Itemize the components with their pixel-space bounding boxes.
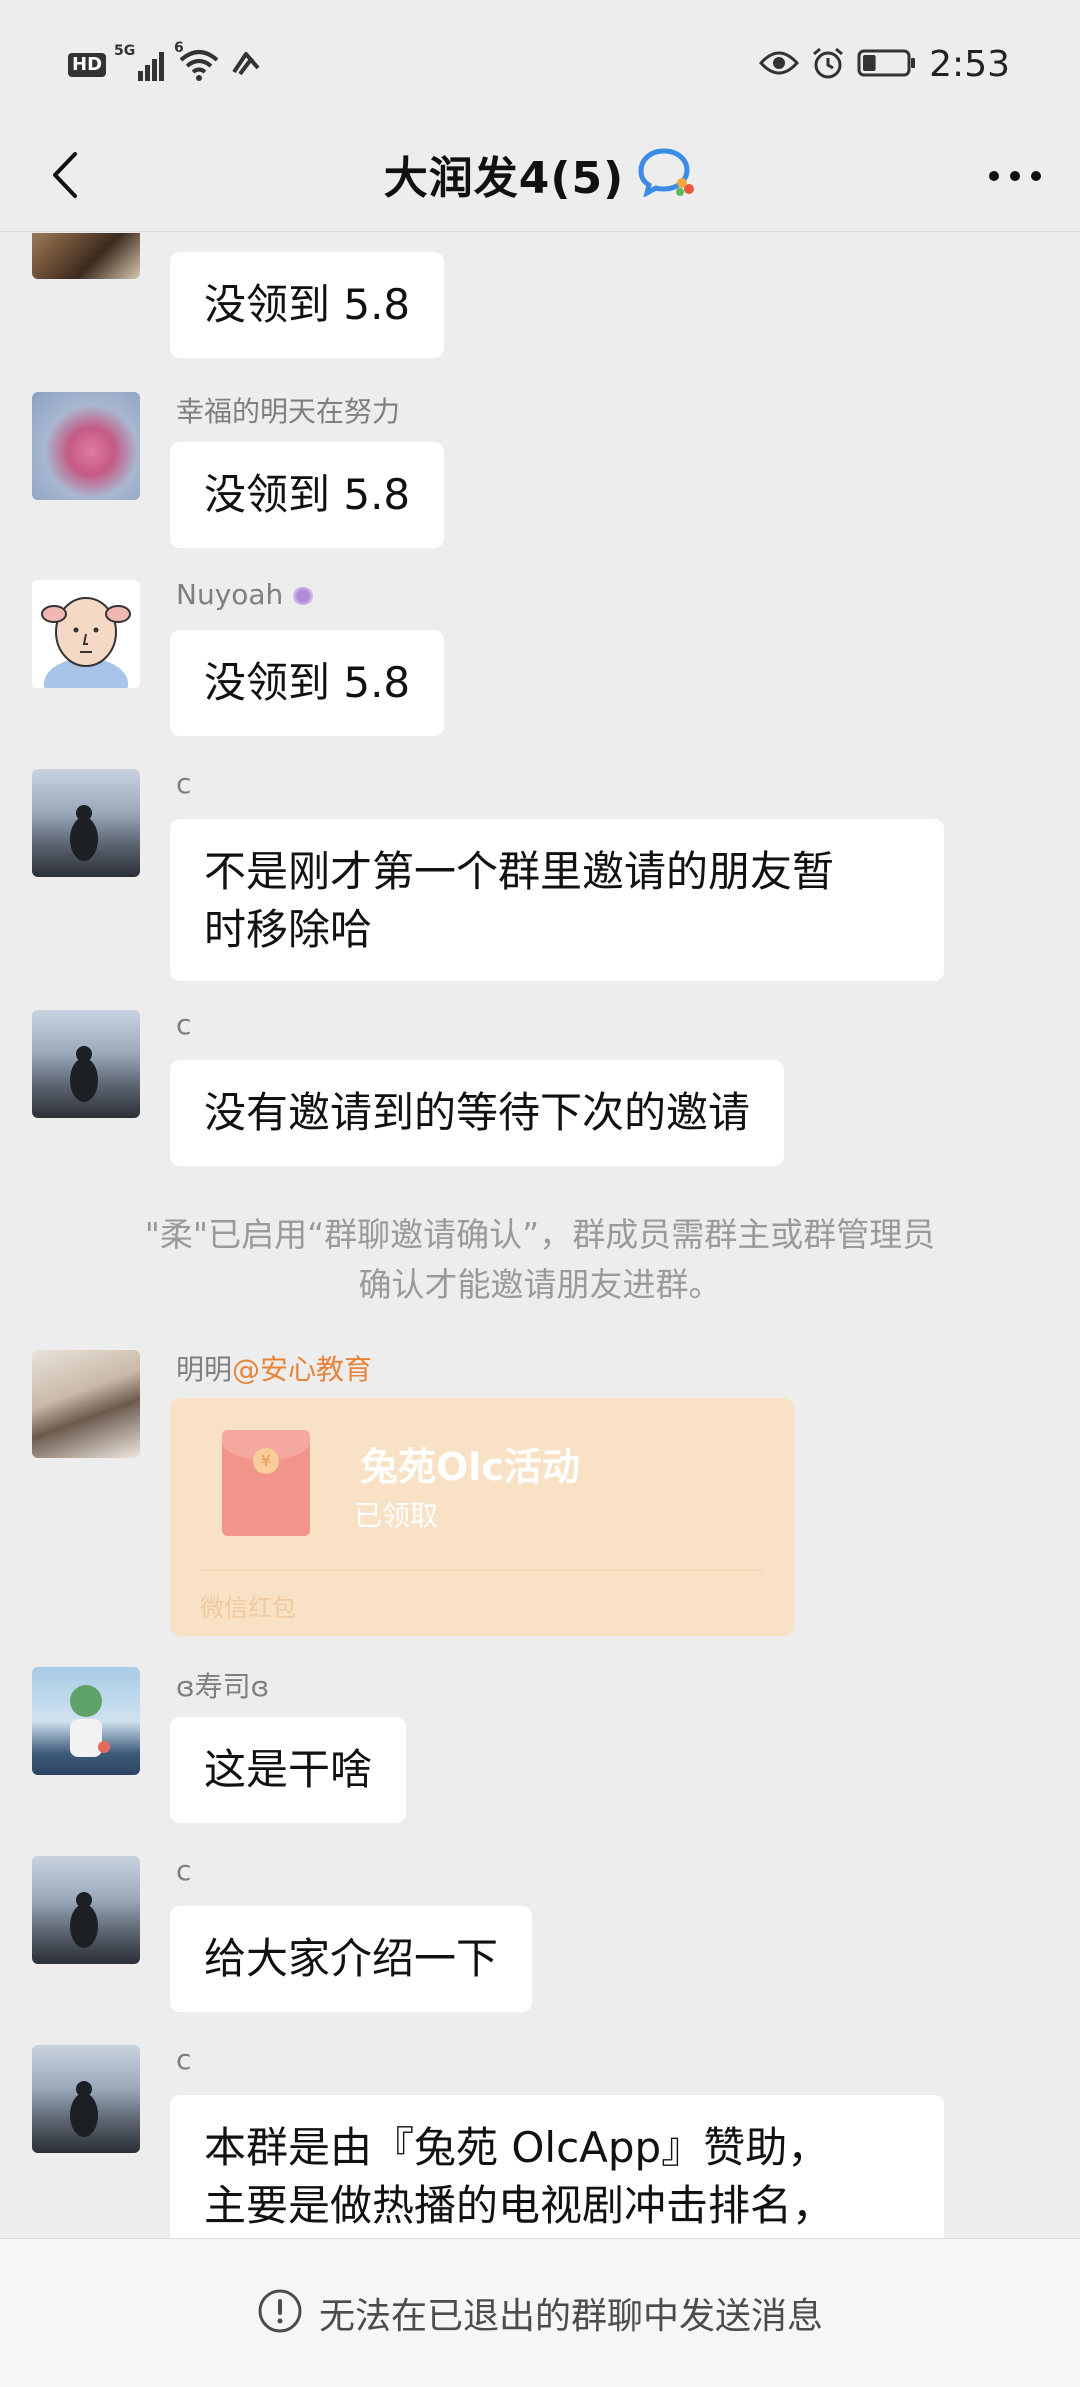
message-text: 没领到 5.8 [204,280,411,329]
status-bar-right: 2:53 [759,44,1010,85]
wifi-icon: 6 [174,40,220,82]
sender-name-text: Nuyoah [176,578,284,611]
message-text: 没领到 5.8 [204,658,411,707]
message-bubble[interactable]: 本群是由『兔苑 OlcApp』赞助， 主要是做热播的电视剧冲击排名， [170,2095,944,2238]
message-bubble[interactable]: 这是干啥 [170,1717,407,1823]
more-dots-icon [989,171,1041,181]
chat-title: 大润发4(5) [383,153,625,204]
sender-name: c [176,1008,192,1041]
avatar[interactable] [32,2045,140,2153]
clock-time: 2:53 [929,44,1010,85]
avatar[interactable] [32,392,140,500]
status-bar-left: HD 5G 6 [68,40,264,82]
sender-name: ɞ寿司ɞ [176,1670,270,1703]
message-bubble[interactable]: 给大家介绍一下 [170,1906,533,2012]
alarm-icon [811,46,845,84]
person-photo-image [70,2081,98,2137]
message-bubble[interactable]: 没领到 5.8 [170,252,445,358]
message-item: c 给大家介绍一下 [32,1854,1042,2026]
sender-name: c [176,2043,192,2076]
message-bubble[interactable]: 没领到 5.8 [170,442,445,548]
red-packet-card[interactable]: ¥ 兔苑Olc活动 已领取 微信红包 [170,1398,794,1636]
avatar[interactable] [32,1010,140,1118]
input-disabled-bar: 无法在已退出的群聊中发送消息 [0,2238,1080,2387]
avatar[interactable] [32,1350,140,1458]
red-envelope-icon: ¥ [222,1430,310,1536]
chat-header: 大润发4(5) [0,120,1080,232]
more-options-button[interactable] [980,146,1050,206]
person-photo-image [70,1685,110,1757]
wifi-badge: 6 [174,40,184,56]
message-text-line: 时移除哈 [204,905,373,954]
planet-emoji-icon [292,587,315,605]
message-text: 这是干啥 [204,1745,373,1794]
message-bubble[interactable]: 不是刚才第一个群里邀请的朋友暂 时移除哈 [170,819,944,981]
system-notice: "柔"已启用“群聊邀请确认”，群成员需群主或群管理员 确认才能邀请朋友进群。 [80,1210,1000,1310]
exclamation-circle-icon [257,2288,303,2338]
battery-icon [857,48,917,82]
message-list[interactable]: 没领到 5.8 幸福的明天在努力 没领到 5.8 Nuyoah 没领到 5.8 … [0,233,1080,2238]
message-item: c 本群是由『兔苑 OlcApp』赞助， 主要是做热播的电视剧冲击排名， [32,2043,1042,2238]
message-text-line: 主要是做热播的电视剧冲击排名， [204,2181,835,2230]
status-bar: HD 5G 6 2:53 [0,0,1080,135]
system-notice-line: 确认才能邀请朋友进群。 [358,1265,722,1304]
cartoon-avatar-image [41,597,131,688]
enterprise-chat-icon [638,147,696,201]
chat-title-area[interactable]: 大润发4(5) [0,142,1080,206]
message-item: c 不是刚才第一个群里邀请的朋友暂 时移除哈 [32,767,1042,989]
message-text-line: 本群是由『兔苑 OlcApp』赞助， [204,2123,830,2172]
avatar[interactable] [32,1667,140,1775]
red-packet-title: 兔苑Olc活动 [360,1445,580,1489]
avatar[interactable] [32,1856,140,1964]
avatar[interactable] [32,233,140,279]
message-item: c 没有邀请到的等待下次的邀请 [32,1008,1042,1180]
sender-name: 明明@安心教育 [176,1348,372,1388]
message-item: ɞ寿司ɞ 这是干啥 [32,1667,1042,1837]
message-text-line: 不是刚才第一个群里邀请的朋友暂 [204,847,835,896]
hd-badge: HD [68,53,107,77]
person-photo-image [70,1046,98,1102]
sender-mention: @安心教育 [232,1353,373,1386]
eye-icon [759,49,800,81]
red-packet-label: 微信红包 [200,1594,296,1622]
sender-name: Nuyoah [176,578,315,611]
message-bubble[interactable]: 没有邀请到的等待下次的邀请 [170,1060,785,1166]
person-photo-image [70,805,98,861]
sender-name: c [176,1854,192,1887]
avatar[interactable] [32,580,140,688]
nfc-icon [228,48,264,82]
sender-name: c [176,767,192,800]
system-notice-line: "柔"已启用“群聊邀请确认”，群成员需群主或群管理员 [144,1215,936,1254]
disabled-input-message: 无法在已退出的群聊中发送消息 [318,2296,823,2337]
sender-name: 幸福的明天在努力 [176,395,401,428]
message-text: 没领到 5.8 [204,470,411,519]
message-item: 没领到 5.8 [32,233,1042,371]
message-bubble[interactable]: 没领到 5.8 [170,630,445,736]
message-item: 明明@安心教育 ¥ 兔苑Olc活动 已领取 微信红包 [32,1350,1042,1650]
red-packet-divider [200,1570,764,1571]
message-item: Nuyoah 没领到 5.8 [32,578,1042,750]
message-text: 没有邀请到的等待下次的邀请 [204,1088,751,1137]
person-photo-image [70,1892,98,1948]
sender-name-text: 明明 [176,1353,233,1386]
avatar[interactable] [32,769,140,877]
message-item: 幸福的明天在努力 没领到 5.8 [32,392,1042,562]
message-text: 给大家介绍一下 [204,1934,499,1983]
cellular-signal-icon: 5G [114,43,170,81]
red-packet-status: 已领取 [354,1499,439,1532]
